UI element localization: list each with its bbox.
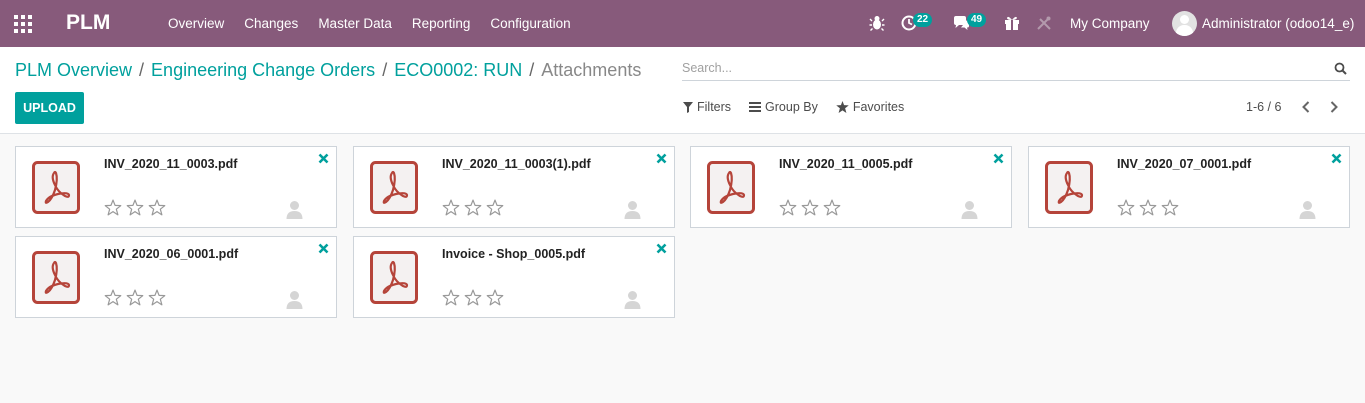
app-brand[interactable]: PLM: [66, 11, 110, 35]
close-icon[interactable]: [993, 153, 1004, 164]
menu-master-data[interactable]: Master Data: [318, 16, 392, 31]
user-icon[interactable]: [624, 290, 641, 310]
group-by-label: Group By: [765, 100, 818, 114]
attachment-name[interactable]: INV_2020_06_0001.pdf: [104, 247, 238, 261]
breadcrumb: PLM Overview / Engineering Change Orders / E…: [15, 60, 641, 81]
star-outline-icon[interactable]: [823, 199, 841, 216]
star-outline-icon[interactable]: [126, 199, 144, 216]
star-outline-icon[interactable]: [442, 199, 460, 216]
search-icon[interactable]: [1334, 62, 1347, 75]
star-outline-icon[interactable]: [104, 289, 122, 306]
user-icon[interactable]: [961, 200, 978, 220]
filters-label: Filters: [697, 100, 732, 114]
user-menu[interactable]: Administrator (odoo14_e): [1202, 16, 1354, 31]
control-panel: PLM Overview / Engineering Change Orders / E…: [0, 47, 1365, 134]
star-outline-icon[interactable]: [779, 199, 797, 216]
breadcrumb-separator: /: [529, 60, 535, 80]
chevron-left-icon[interactable]: [1300, 100, 1312, 114]
favorites-label: Favorites: [852, 100, 905, 114]
star-outline-icon[interactable]: [801, 199, 819, 216]
search-input[interactable]: [682, 59, 1322, 75]
star-outline-icon[interactable]: [464, 199, 482, 216]
company-switcher[interactable]: My Company: [1070, 16, 1150, 31]
rating-stars: [442, 199, 504, 216]
star-outline-icon[interactable]: [464, 289, 482, 306]
message-count-badge: 49: [967, 13, 987, 27]
rating-stars: [104, 289, 166, 306]
user-icon[interactable]: [1299, 200, 1316, 220]
star-outline-icon[interactable]: [126, 289, 144, 306]
attachment-card[interactable]: INV_2020_07_0001.pdf: [1028, 146, 1350, 228]
star-outline-icon[interactable]: [442, 289, 460, 306]
top-navbar: PLM Overview Changes Master Data Reporti…: [0, 0, 1365, 47]
breadcrumb-engineering-change-orders[interactable]: Engineering Change Orders: [151, 60, 375, 80]
pdf-file-icon[interactable]: [707, 161, 755, 214]
upload-button[interactable]: UPLOAD: [15, 92, 84, 124]
attachment-card[interactable]: INV_2020_11_0003(1).pdf: [353, 146, 675, 228]
close-icon[interactable]: [318, 153, 329, 164]
attachment-name[interactable]: INV_2020_07_0001.pdf: [1117, 157, 1251, 171]
star-outline-icon[interactable]: [148, 289, 166, 306]
close-icon[interactable]: [656, 153, 667, 164]
pdf-file-icon[interactable]: [1045, 161, 1093, 214]
menu-overview[interactable]: Overview: [168, 16, 224, 31]
pdf-file-icon[interactable]: [370, 161, 418, 214]
star-outline-icon[interactable]: [486, 199, 504, 216]
pdf-file-icon[interactable]: [370, 251, 418, 304]
star-outline-icon[interactable]: [1139, 199, 1157, 216]
user-avatar[interactable]: [1172, 11, 1197, 36]
favorites-button[interactable]: Favorites: [836, 100, 904, 114]
close-icon[interactable]: [656, 243, 667, 254]
attachment-name[interactable]: INV_2020_11_0005.pdf: [779, 157, 912, 171]
filters-button[interactable]: Filters: [683, 100, 731, 114]
breadcrumb-separator: /: [139, 60, 145, 80]
rating-stars: [442, 289, 504, 306]
star-outline-icon[interactable]: [104, 199, 122, 216]
tools-icon[interactable]: [1035, 14, 1053, 32]
rating-stars: [1117, 199, 1179, 216]
filter-icon: [683, 101, 693, 113]
activity-count-badge: 22: [913, 13, 933, 27]
list-icon: [749, 102, 762, 112]
attachment-card[interactable]: Invoice - Shop_0005.pdf: [353, 236, 675, 318]
user-icon[interactable]: [286, 290, 303, 310]
attachment-card[interactable]: INV_2020_11_0005.pdf: [690, 146, 1012, 228]
attachment-card[interactable]: INV_2020_11_0003.pdf: [15, 146, 337, 228]
chevron-right-icon[interactable]: [1328, 100, 1340, 114]
star-outline-icon[interactable]: [486, 289, 504, 306]
attachment-name[interactable]: INV_2020_11_0003(1).pdf: [442, 157, 591, 171]
menu-configuration[interactable]: Configuration: [490, 16, 570, 31]
search-options: Filters Group By Favorites: [683, 100, 922, 114]
apps-menu-grid-icon[interactable]: [14, 15, 32, 33]
pdf-file-icon[interactable]: [32, 251, 80, 304]
pager-value[interactable]: 1-6 / 6: [1246, 100, 1281, 114]
breadcrumb-current: Attachments: [541, 60, 642, 80]
search-bar: [682, 59, 1350, 81]
user-icon[interactable]: [624, 200, 641, 220]
breadcrumb-eco[interactable]: ECO0002: RUN: [394, 60, 522, 80]
breadcrumb-plm-overview[interactable]: PLM Overview: [15, 60, 132, 80]
attachment-name[interactable]: Invoice - Shop_0005.pdf: [442, 247, 585, 261]
menu-reporting[interactable]: Reporting: [412, 16, 471, 31]
star-outline-icon[interactable]: [1161, 199, 1179, 216]
user-icon[interactable]: [286, 200, 303, 220]
pdf-file-icon[interactable]: [32, 161, 80, 214]
close-icon[interactable]: [318, 243, 329, 254]
menu-changes[interactable]: Changes: [244, 16, 298, 31]
rating-stars: [104, 199, 166, 216]
rating-stars: [779, 199, 841, 216]
star-icon: [836, 101, 849, 113]
star-outline-icon[interactable]: [148, 199, 166, 216]
attachment-card[interactable]: INV_2020_06_0001.pdf: [15, 236, 337, 318]
gift-icon[interactable]: [1003, 14, 1021, 32]
bug-icon[interactable]: [868, 14, 886, 32]
close-icon[interactable]: [1331, 153, 1342, 164]
main-menu: Overview Changes Master Data Reporting C…: [168, 16, 591, 31]
breadcrumb-separator: /: [382, 60, 388, 80]
group-by-button[interactable]: Group By: [749, 100, 818, 114]
attachment-name[interactable]: INV_2020_11_0003.pdf: [104, 157, 237, 171]
star-outline-icon[interactable]: [1117, 199, 1135, 216]
